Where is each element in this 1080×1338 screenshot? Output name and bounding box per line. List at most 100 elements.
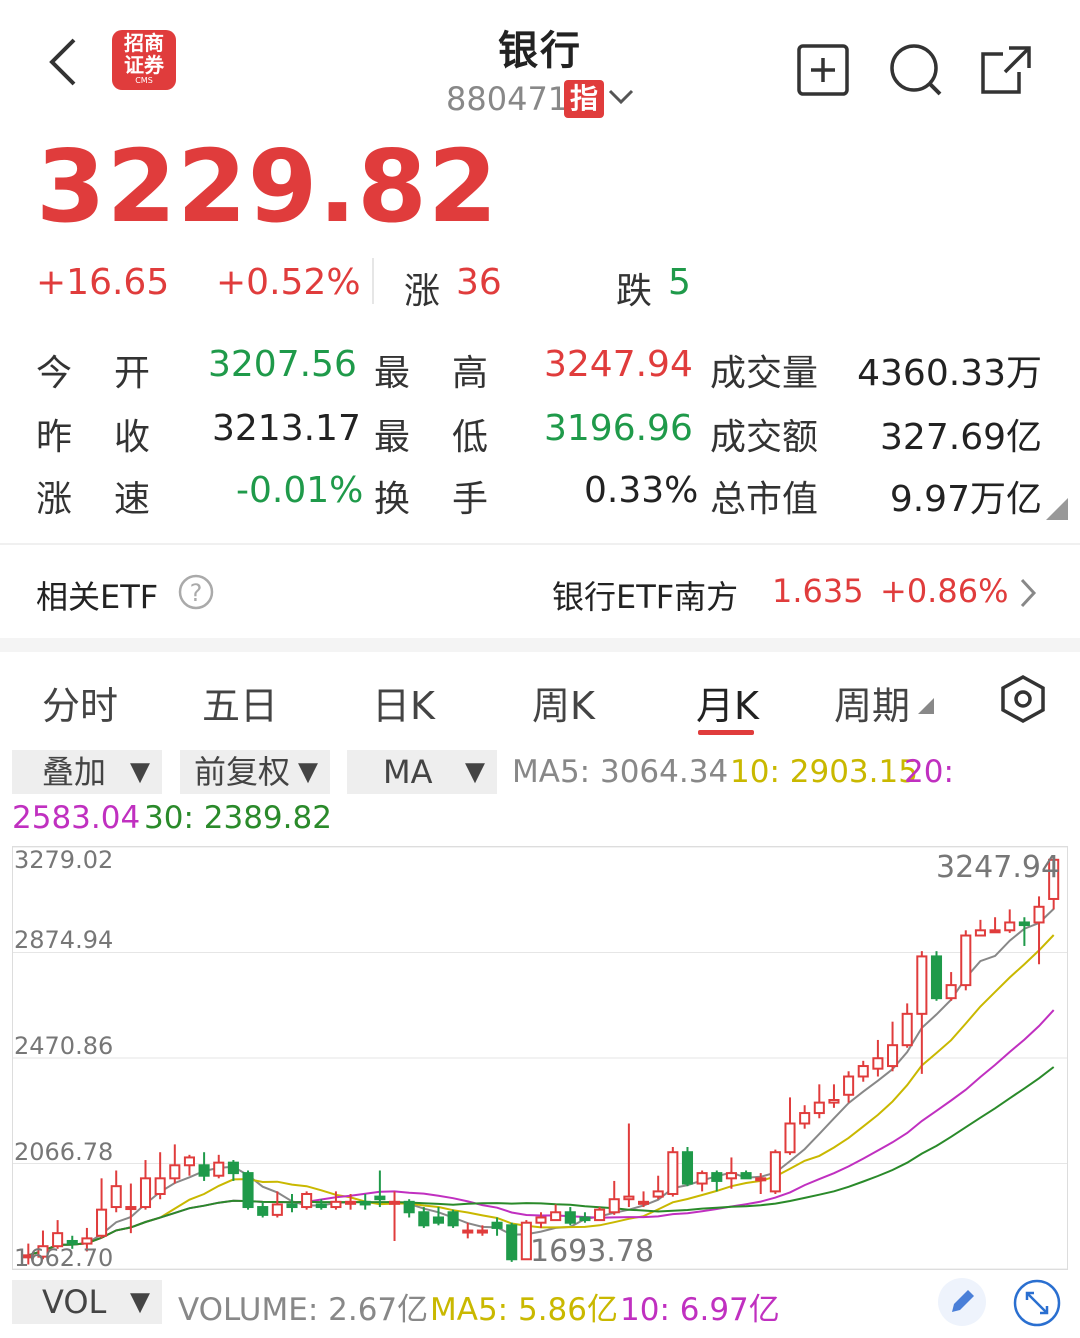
- candle-body: [301, 1192, 313, 1209]
- candle: [403, 1199, 415, 1218]
- amount-label: 成交额: [710, 417, 819, 458]
- candle: [901, 1003, 913, 1048]
- candle: [594, 1207, 606, 1222]
- candle: [916, 951, 928, 1074]
- open-value: 3207.56: [208, 344, 357, 385]
- candle: [213, 1154, 225, 1179]
- candle: [769, 1149, 781, 1194]
- candle: [960, 930, 972, 991]
- etf-price: 1.635: [772, 572, 864, 610]
- candle-body: [740, 1172, 752, 1180]
- candle: [740, 1170, 752, 1180]
- vol-dropdown[interactable]: VOL ▼: [12, 1280, 162, 1324]
- candle: [872, 1039, 884, 1077]
- candle: [887, 1021, 899, 1072]
- period-corner-icon: [918, 698, 934, 718]
- expand-stats-button[interactable]: [1046, 498, 1068, 524]
- candle-body: [960, 934, 972, 987]
- adjust-label: 前复权: [194, 753, 291, 791]
- etf-change-pct: +0.86%: [880, 572, 1009, 610]
- prev-close-label: 昨收: [36, 417, 193, 458]
- candle-body: [623, 1195, 635, 1201]
- divider: [0, 543, 1080, 545]
- candle-body: [711, 1172, 723, 1182]
- add-watchlist-button[interactable]: [797, 44, 849, 100]
- high-label: 最高: [374, 353, 531, 394]
- indicator-dropdown[interactable]: MA ▼: [347, 750, 497, 794]
- candle-body: [183, 1156, 195, 1167]
- candle: [989, 917, 1001, 934]
- fullscreen-button[interactable]: [1012, 1278, 1062, 1332]
- candle-body: [843, 1075, 855, 1096]
- help-icon[interactable]: ?: [178, 574, 214, 614]
- high-value: 3247.94: [544, 344, 693, 385]
- candle: [139, 1160, 152, 1210]
- low-label: 最低: [374, 417, 531, 458]
- candle-body: [154, 1177, 166, 1195]
- tab-daily-k[interactable]: 日K: [372, 675, 435, 730]
- candle-body: [315, 1203, 327, 1209]
- svg-text:?: ?: [190, 579, 203, 607]
- candle: [564, 1207, 576, 1226]
- candle-body: [579, 1216, 591, 1222]
- candle: [945, 972, 957, 1001]
- candle-body: [242, 1172, 254, 1209]
- candle-body: [257, 1206, 269, 1216]
- high-marker-label: 3247.94: [936, 850, 1061, 885]
- tab-monthly-k[interactable]: 月K: [696, 675, 759, 730]
- overlay-dropdown[interactable]: 叠加 ▼: [12, 750, 162, 794]
- code-dropdown[interactable]: [606, 82, 636, 116]
- candle: [974, 919, 986, 937]
- candle-body: [857, 1065, 869, 1078]
- candle: [623, 1123, 635, 1208]
- candle-body: [462, 1229, 474, 1234]
- candle-body: [271, 1203, 283, 1216]
- tab-weekly-k[interactable]: 周K: [532, 675, 595, 730]
- candle-body: [945, 984, 957, 1000]
- candle-body: [901, 1012, 913, 1047]
- candle-body: [418, 1211, 430, 1227]
- candle-body: [769, 1151, 781, 1193]
- share-button[interactable]: [979, 42, 1035, 102]
- prev-close-value: 3213.17: [212, 408, 361, 449]
- candle-body: [725, 1172, 737, 1180]
- candle-body: [286, 1203, 298, 1209]
- search-icon: [890, 44, 942, 96]
- speed-label: 涨速: [36, 479, 193, 520]
- hexagon-settings-icon: [1001, 675, 1045, 723]
- kline-chart-frame[interactable]: [12, 846, 1068, 1270]
- tab-period[interactable]: 周期: [834, 675, 910, 730]
- logo-sub: CMS: [135, 76, 153, 85]
- expand-icon: [1013, 1279, 1061, 1327]
- amount-value: 327.69亿: [880, 417, 1042, 458]
- search-button[interactable]: [888, 42, 944, 102]
- etf-row[interactable]: 相关ETF ? 银行ETF南方 1.635 +0.86%: [0, 546, 1080, 638]
- candle: [301, 1191, 313, 1210]
- candle-body: [667, 1151, 679, 1195]
- tab-five-day[interactable]: 五日: [202, 675, 278, 730]
- candle-body: [330, 1200, 342, 1209]
- edit-indicator-button[interactable]: [938, 1278, 986, 1326]
- tab-intraday[interactable]: 分时: [42, 675, 118, 730]
- kline-chart[interactable]: [13, 847, 1067, 1269]
- turnover-label: 换手: [374, 479, 531, 520]
- vol-label: VOL: [42, 1283, 107, 1321]
- candle-body: [696, 1172, 708, 1185]
- candle-body: [110, 1185, 122, 1209]
- triangle-down-icon: ▼: [130, 757, 150, 787]
- candle: [447, 1209, 459, 1228]
- ma5-legend: MA5: 3064.34: [512, 754, 729, 790]
- low-value: 3196.96: [544, 408, 693, 449]
- candle-body: [506, 1224, 518, 1261]
- adjust-dropdown[interactable]: 前复权 ▼: [180, 750, 330, 794]
- index-code[interactable]: 880471: [446, 80, 568, 118]
- candle-body: [813, 1101, 825, 1115]
- candle-body: [916, 955, 928, 1015]
- candle-body: [447, 1211, 459, 1227]
- chart-settings-button[interactable]: [1000, 674, 1046, 728]
- down-label: 跌: [616, 271, 653, 312]
- candle: [930, 951, 943, 1001]
- y-tick-label: 2470.86: [14, 1032, 114, 1060]
- candle-body: [81, 1237, 93, 1245]
- candle: [242, 1170, 254, 1210]
